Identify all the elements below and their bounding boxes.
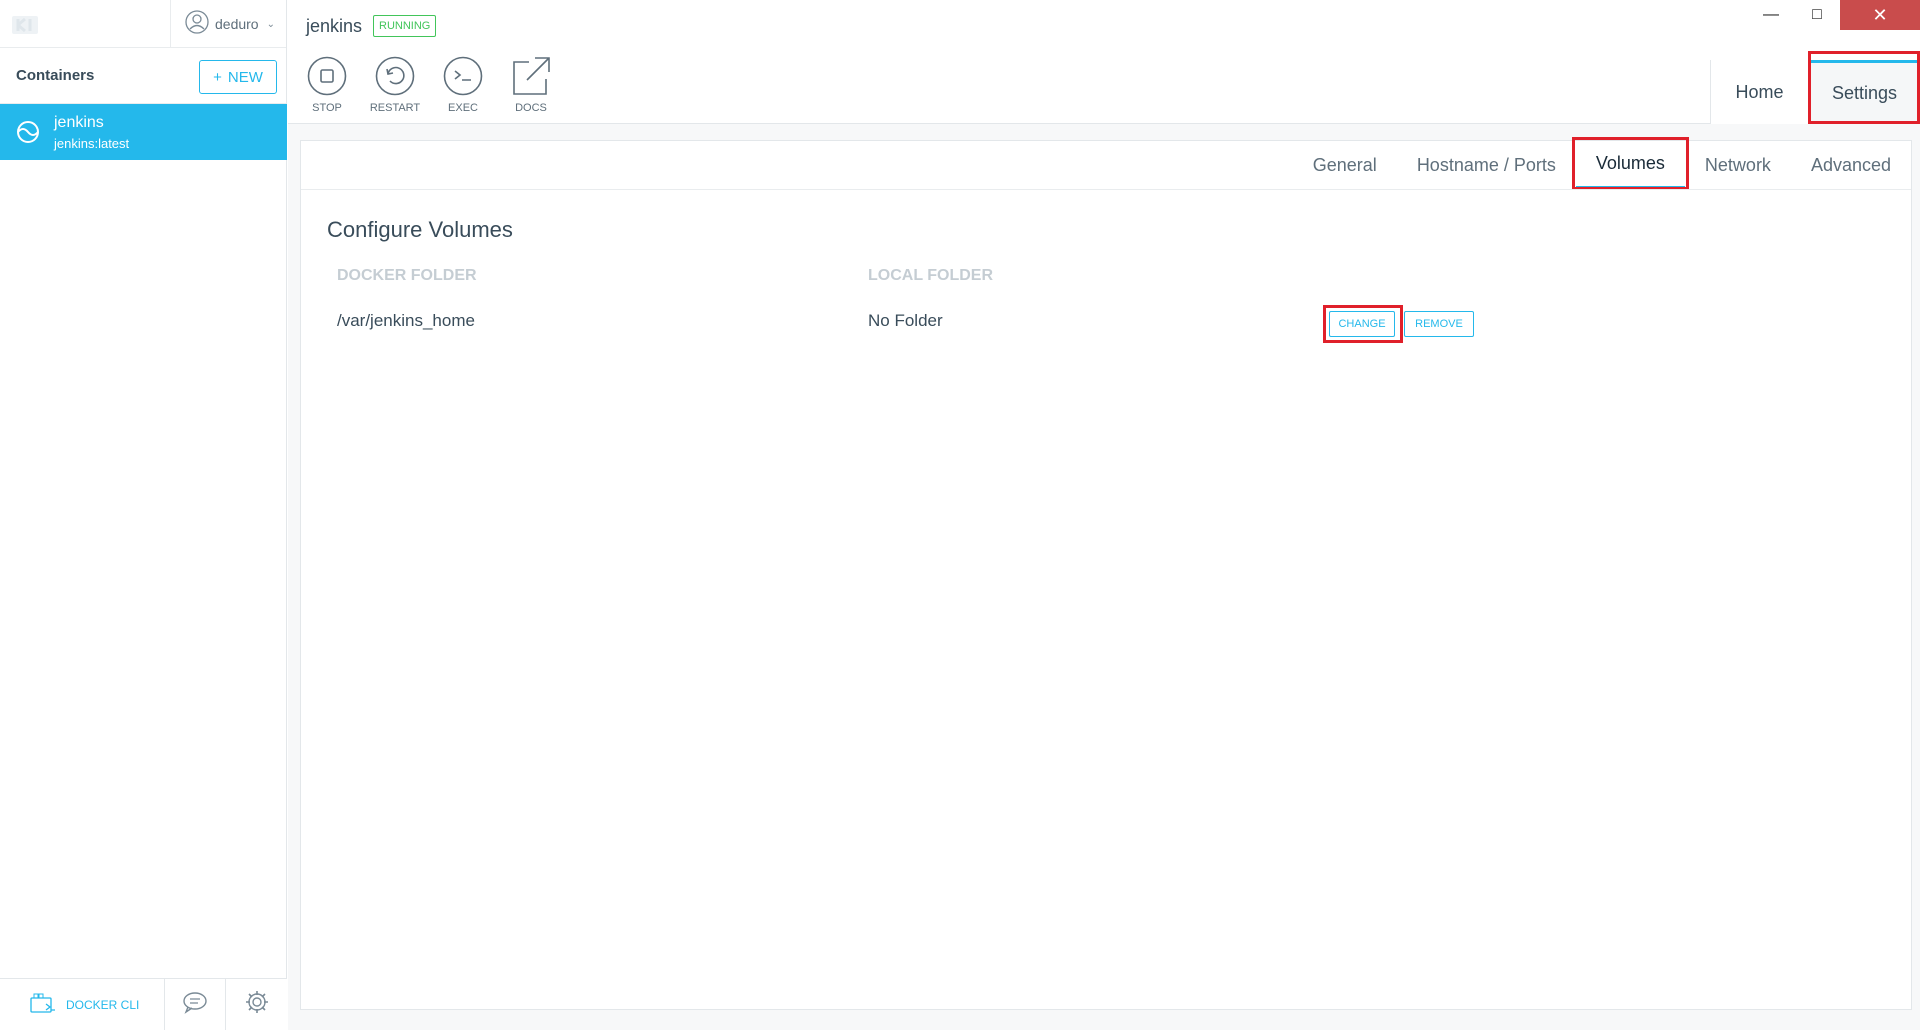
plus-icon: + — [213, 68, 222, 86]
maximize-icon[interactable]: □ — [1794, 0, 1840, 30]
docker-cli-label: DOCKER CLI — [66, 997, 140, 1012]
preferences-button[interactable] — [226, 979, 287, 1030]
stop-label: STOP — [312, 102, 342, 114]
container-title: jenkins — [306, 16, 363, 36]
new-button-label: NEW — [227, 68, 263, 86]
tab-hostname-ports[interactable]: Hostname / Ports — [1397, 141, 1576, 189]
new-container-button[interactable]: + NEW — [199, 60, 277, 94]
container-list-item[interactable]: jenkins jenkins:latest — [0, 104, 287, 160]
docker-cli-icon — [30, 992, 56, 1017]
change-button-highlight — [1323, 305, 1403, 343]
docker-cli-button[interactable]: DOCKER CLI — [0, 979, 166, 1030]
restart-icon — [375, 56, 415, 96]
column-header-docker-folder: DOCKER FOLDER — [337, 267, 477, 284]
container-name: jenkins — [54, 114, 104, 131]
tab-advanced[interactable]: Advanced — [1791, 141, 1911, 189]
chevron-down-icon: ⌄ — [266, 18, 275, 30]
kitematic-logo-icon — [12, 16, 38, 34]
settings-tabs: General Hostname / Ports Volumes Network… — [1293, 137, 1911, 190]
status-badge: RUNNING — [373, 15, 437, 37]
remove-volume-button[interactable]: REMOVE — [1404, 311, 1474, 337]
tab-network[interactable]: Network — [1685, 141, 1791, 189]
stop-icon — [307, 56, 347, 96]
user-avatar-icon — [185, 9, 209, 39]
docs-label: DOCS — [515, 102, 547, 114]
external-link-icon — [511, 56, 551, 96]
window-controls: — □ ✕ — [1748, 0, 1920, 30]
user-name: deduro — [215, 16, 259, 32]
volume-local-folder: No Folder — [868, 311, 943, 330]
tabs-divider — [301, 189, 1911, 190]
stop-button[interactable]: STOP — [297, 56, 357, 114]
container-header: jenkins RUNNING STOP RESTART EXEC DOCS —… — [288, 0, 1920, 124]
sidebar-footer: DOCKER CLI — [0, 978, 287, 1030]
containers-title: Containers — [16, 67, 95, 84]
docs-button[interactable]: DOCS — [501, 56, 561, 114]
exec-label: EXEC — [448, 102, 478, 114]
minimize-icon[interactable]: — — [1748, 0, 1794, 30]
tab-home[interactable]: Home — [1710, 60, 1808, 124]
volume-docker-folder: /var/jenkins_home — [337, 311, 475, 330]
close-icon[interactable]: ✕ — [1840, 0, 1920, 30]
sidebar: deduro ⌄ Containers + NEW jenkins jenkin… — [0, 0, 287, 1030]
tab-volumes[interactable]: Volumes — [1571, 137, 1689, 190]
feedback-button[interactable] — [165, 979, 227, 1030]
column-header-local-folder: LOCAL FOLDER — [868, 267, 994, 284]
container-image: jenkins:latest — [54, 136, 130, 151]
sidebar-top-row: deduro ⌄ — [0, 0, 286, 48]
container-running-icon — [16, 120, 40, 144]
top-tabs: Home Settings — [1710, 51, 1920, 124]
exec-button[interactable]: EXEC — [433, 56, 493, 114]
settings-panel: General Hostname / Ports Volumes Network… — [300, 137, 1912, 1010]
user-menu[interactable]: deduro ⌄ — [170, 0, 287, 48]
tab-general[interactable]: General — [1293, 141, 1397, 189]
gear-icon — [244, 989, 270, 1020]
tab-settings[interactable]: Settings — [1808, 51, 1920, 124]
chat-bubble-icon — [182, 990, 208, 1019]
section-title: Configure Volumes — [327, 217, 513, 242]
restart-button[interactable]: RESTART — [365, 56, 425, 114]
containers-header: Containers + NEW — [0, 48, 286, 104]
terminal-icon — [443, 56, 483, 96]
restart-label: RESTART — [369, 102, 421, 114]
